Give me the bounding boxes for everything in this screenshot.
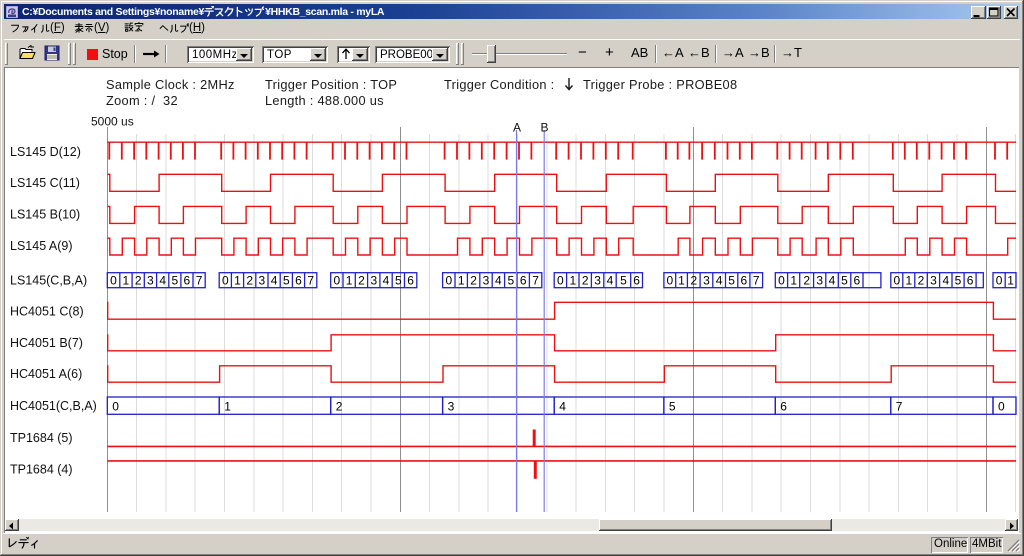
svg-text:5: 5 — [507, 274, 514, 288]
svg-text:6: 6 — [740, 274, 747, 288]
svg-text:3: 3 — [483, 274, 490, 288]
svg-text:4: 4 — [942, 274, 949, 288]
svg-text:2: 2 — [246, 274, 253, 288]
svg-text:2: 2 — [918, 274, 925, 288]
svg-text:5: 5 — [620, 274, 627, 288]
svg-text:4: 4 — [495, 274, 502, 288]
svg-text:3: 3 — [448, 400, 455, 414]
svg-text:0: 0 — [557, 274, 564, 288]
svg-text:5000 us: 5000 us — [91, 115, 134, 129]
svg-text:0: 0 — [778, 274, 785, 288]
svg-text:4: 4 — [716, 274, 723, 288]
svg-text:7: 7 — [532, 274, 539, 288]
svg-text:5: 5 — [841, 274, 848, 288]
svg-text:3: 3 — [703, 274, 710, 288]
svg-text:6: 6 — [633, 274, 640, 288]
svg-text:6: 6 — [295, 274, 302, 288]
svg-text:0: 0 — [893, 274, 900, 288]
svg-text:1: 1 — [346, 274, 353, 288]
svg-text:5: 5 — [955, 274, 962, 288]
svg-text:LS145(C,B,A): LS145(C,B,A) — [10, 273, 87, 287]
svg-text:2: 2 — [582, 274, 589, 288]
svg-text:6: 6 — [184, 274, 191, 288]
svg-text:LS145 D(12): LS145 D(12) — [10, 145, 81, 159]
svg-text:3: 3 — [370, 274, 377, 288]
svg-text:4: 4 — [559, 400, 566, 414]
svg-text:7: 7 — [196, 274, 203, 288]
svg-text:6: 6 — [967, 274, 974, 288]
svg-text:7: 7 — [753, 274, 760, 288]
svg-text:3: 3 — [147, 274, 154, 288]
svg-text:4: 4 — [159, 274, 166, 288]
svg-text:2: 2 — [358, 274, 365, 288]
svg-text:HC4051(C,B,A): HC4051(C,B,A) — [10, 399, 97, 413]
svg-text:HC4051 B(7): HC4051 B(7) — [10, 336, 83, 350]
svg-text:LS145 C(11): LS145 C(11) — [10, 176, 80, 190]
svg-text:5: 5 — [395, 274, 402, 288]
svg-text:5: 5 — [172, 274, 179, 288]
svg-text:3: 3 — [259, 274, 266, 288]
svg-text:1: 1 — [678, 274, 685, 288]
svg-text:1: 1 — [1007, 274, 1014, 288]
svg-text:TP1684 (5): TP1684 (5) — [10, 431, 73, 445]
svg-text:1: 1 — [224, 400, 231, 414]
svg-text:4: 4 — [607, 274, 614, 288]
svg-text:2: 2 — [336, 400, 343, 414]
svg-text:3: 3 — [594, 274, 601, 288]
svg-text:0: 0 — [110, 274, 117, 288]
svg-text:TP1684 (4): TP1684 (4) — [10, 462, 73, 476]
svg-text:1: 1 — [905, 274, 912, 288]
svg-text:2: 2 — [803, 274, 810, 288]
svg-text:4: 4 — [383, 274, 390, 288]
svg-text:2: 2 — [135, 274, 142, 288]
svg-text:6: 6 — [407, 274, 414, 288]
svg-text:1: 1 — [790, 274, 797, 288]
svg-text:0: 0 — [222, 274, 229, 288]
svg-text:HC4051 C(8): HC4051 C(8) — [10, 304, 84, 318]
svg-text:0: 0 — [112, 400, 119, 414]
svg-text:3: 3 — [930, 274, 937, 288]
svg-text:0: 0 — [445, 274, 452, 288]
svg-text:0: 0 — [998, 400, 1005, 414]
svg-text:LS145 A(9): LS145 A(9) — [10, 239, 73, 253]
svg-text:1: 1 — [234, 274, 241, 288]
svg-text:7: 7 — [307, 274, 314, 288]
svg-text:0: 0 — [996, 274, 1003, 288]
svg-text:7: 7 — [896, 400, 903, 414]
svg-text:1: 1 — [123, 274, 130, 288]
svg-text:4: 4 — [829, 274, 836, 288]
svg-text:2: 2 — [690, 274, 697, 288]
svg-text:3: 3 — [816, 274, 823, 288]
svg-text:4: 4 — [271, 274, 278, 288]
svg-text:6: 6 — [854, 274, 861, 288]
svg-text:5: 5 — [669, 400, 676, 414]
svg-text:5: 5 — [728, 274, 735, 288]
svg-text:1: 1 — [458, 274, 465, 288]
svg-text:5: 5 — [283, 274, 290, 288]
svg-text:0: 0 — [666, 274, 673, 288]
svg-text:0: 0 — [334, 274, 341, 288]
svg-text:6: 6 — [520, 274, 527, 288]
svg-text:HC4051 A(6): HC4051 A(6) — [10, 367, 82, 381]
svg-text:1: 1 — [569, 274, 576, 288]
svg-text:2: 2 — [470, 274, 477, 288]
svg-text:B: B — [541, 121, 549, 135]
svg-text:A: A — [513, 121, 521, 135]
svg-text:6: 6 — [780, 400, 787, 414]
svg-text:LS145 B(10): LS145 B(10) — [10, 207, 80, 221]
